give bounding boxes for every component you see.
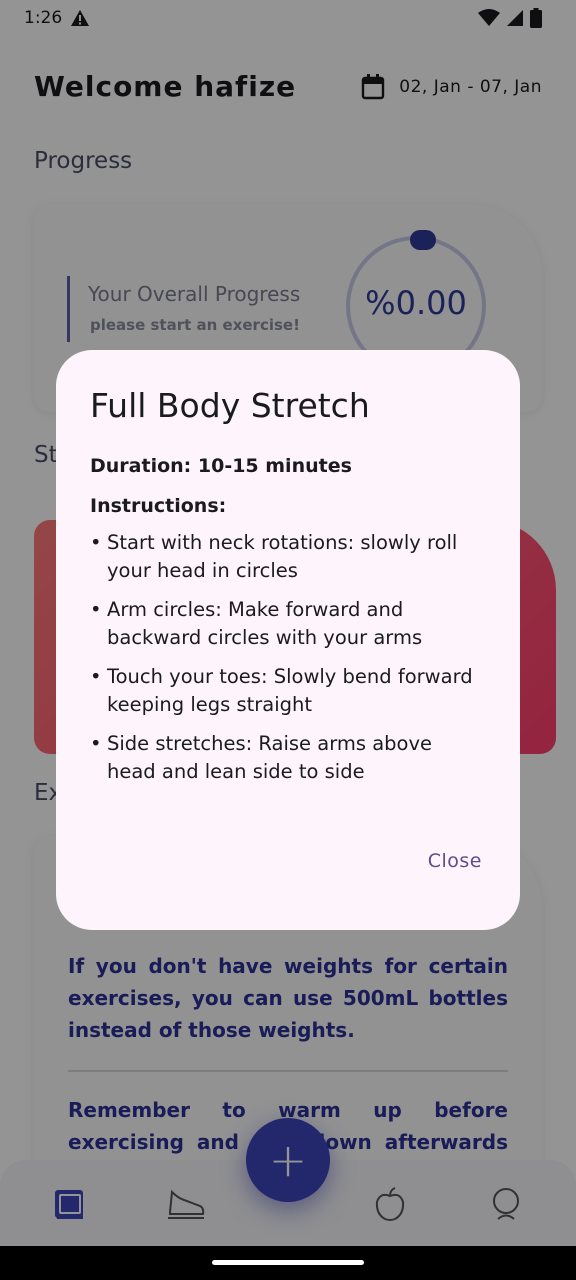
exercise-dialog: Full Body Stretch Duration: 10-15 minute… [56, 350, 520, 930]
home-indicator[interactable] [212, 1260, 364, 1265]
close-button[interactable]: Close [428, 850, 482, 872]
instruction-item: Touch your toes: Slowly bend forward kee… [90, 663, 486, 719]
instruction-item: Arm circles: Make forward and backward c… [90, 596, 486, 652]
dialog-title: Full Body Stretch [90, 386, 370, 425]
dialog-duration: Duration: 10-15 minutes [90, 455, 352, 477]
instruction-item: Side stretches: Raise arms above head an… [90, 730, 486, 786]
instruction-item: Start with neck rotations: slowly roll y… [90, 529, 486, 585]
instructions-list: Start with neck rotations: slowly roll y… [90, 529, 486, 786]
dialog-instructions-label: Instructions: [90, 495, 227, 517]
